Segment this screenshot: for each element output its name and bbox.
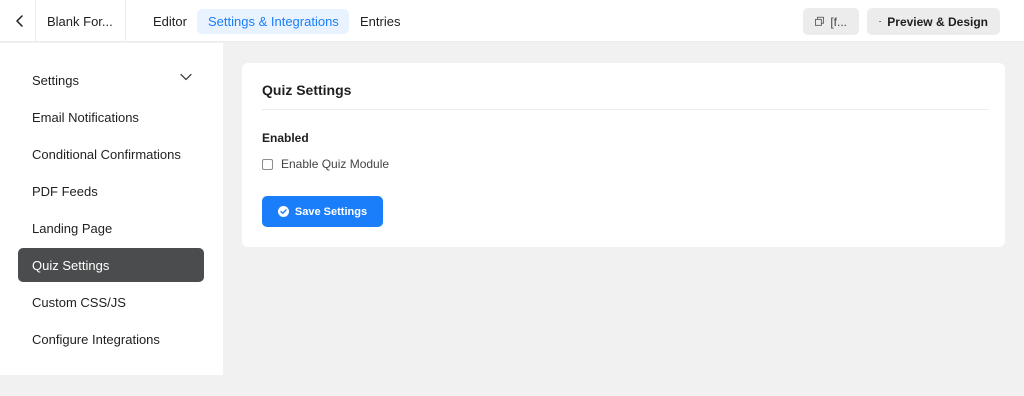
divider bbox=[262, 109, 989, 110]
sidebar-item-custom-css-js[interactable]: Custom CSS/JS bbox=[18, 285, 204, 319]
sidebar-item-landing-page[interactable]: Landing Page bbox=[18, 211, 204, 245]
sidebar-item-label: Conditional Confirmations bbox=[32, 146, 181, 162]
save-settings-label: Save Settings bbox=[294, 205, 368, 218]
sidebar-item-quiz-settings[interactable]: Quiz Settings bbox=[18, 248, 204, 282]
chevron-down-icon bbox=[180, 73, 192, 81]
settings-sidebar: Settings Email Notifications Conditional… bbox=[0, 43, 223, 375]
sidebar-item-label: Custom CSS/JS bbox=[32, 294, 126, 310]
quiz-settings-card: Quiz Settings Enabled Enable Quiz Module… bbox=[242, 63, 1005, 247]
top-bar: Blank For... Editor Settings & Integrati… bbox=[0, 0, 1024, 42]
sidebar-item-pdf-feeds[interactable]: PDF Feeds bbox=[18, 174, 204, 208]
copy-shortcode-button[interactable]: [f... bbox=[803, 8, 859, 35]
preview-design-label: Preview & Design bbox=[887, 14, 988, 29]
page-title: Quiz Settings bbox=[262, 82, 352, 98]
sidebar-item-label: Landing Page bbox=[32, 220, 113, 236]
enable-quiz-module-option[interactable]: Enable Quiz Module bbox=[262, 157, 389, 171]
eye-icon bbox=[879, 21, 882, 22]
sidebar-item-label: Email Notifications bbox=[32, 109, 139, 125]
enabled-field-label: Enabled bbox=[262, 131, 309, 145]
shortcode-label: [f... bbox=[830, 14, 847, 29]
form-title[interactable]: Blank For... bbox=[35, 0, 126, 42]
sidebar-item-label: Quiz Settings bbox=[32, 257, 110, 273]
sidebar-item-email-notifications[interactable]: Email Notifications bbox=[18, 100, 204, 134]
check-circle-icon bbox=[277, 206, 289, 217]
enable-quiz-module-checkbox[interactable] bbox=[262, 158, 273, 170]
sidebar-item-conditional-confirmations[interactable]: Conditional Confirmations bbox=[18, 137, 204, 171]
sidebar-item-label: Settings bbox=[32, 72, 79, 88]
sidebar-item-configure-integrations[interactable]: Configure Integrations bbox=[18, 322, 204, 356]
sidebar-item-label: Configure Integrations bbox=[32, 331, 160, 347]
back-button[interactable] bbox=[0, 0, 40, 42]
copy-icon bbox=[815, 16, 824, 26]
enable-quiz-module-label: Enable Quiz Module bbox=[281, 157, 390, 171]
save-settings-button[interactable]: Save Settings bbox=[262, 196, 383, 227]
preview-design-button[interactable]: Preview & Design bbox=[867, 8, 1000, 35]
tab-editor[interactable]: Editor bbox=[142, 9, 198, 34]
sidebar-item-label: PDF Feeds bbox=[32, 183, 98, 199]
tab-entries[interactable]: Entries bbox=[349, 9, 411, 34]
chevron-left-icon bbox=[16, 15, 23, 27]
sidebar-item-settings[interactable]: Settings bbox=[18, 63, 204, 97]
tab-settings-integrations[interactable]: Settings & Integrations bbox=[197, 9, 349, 34]
